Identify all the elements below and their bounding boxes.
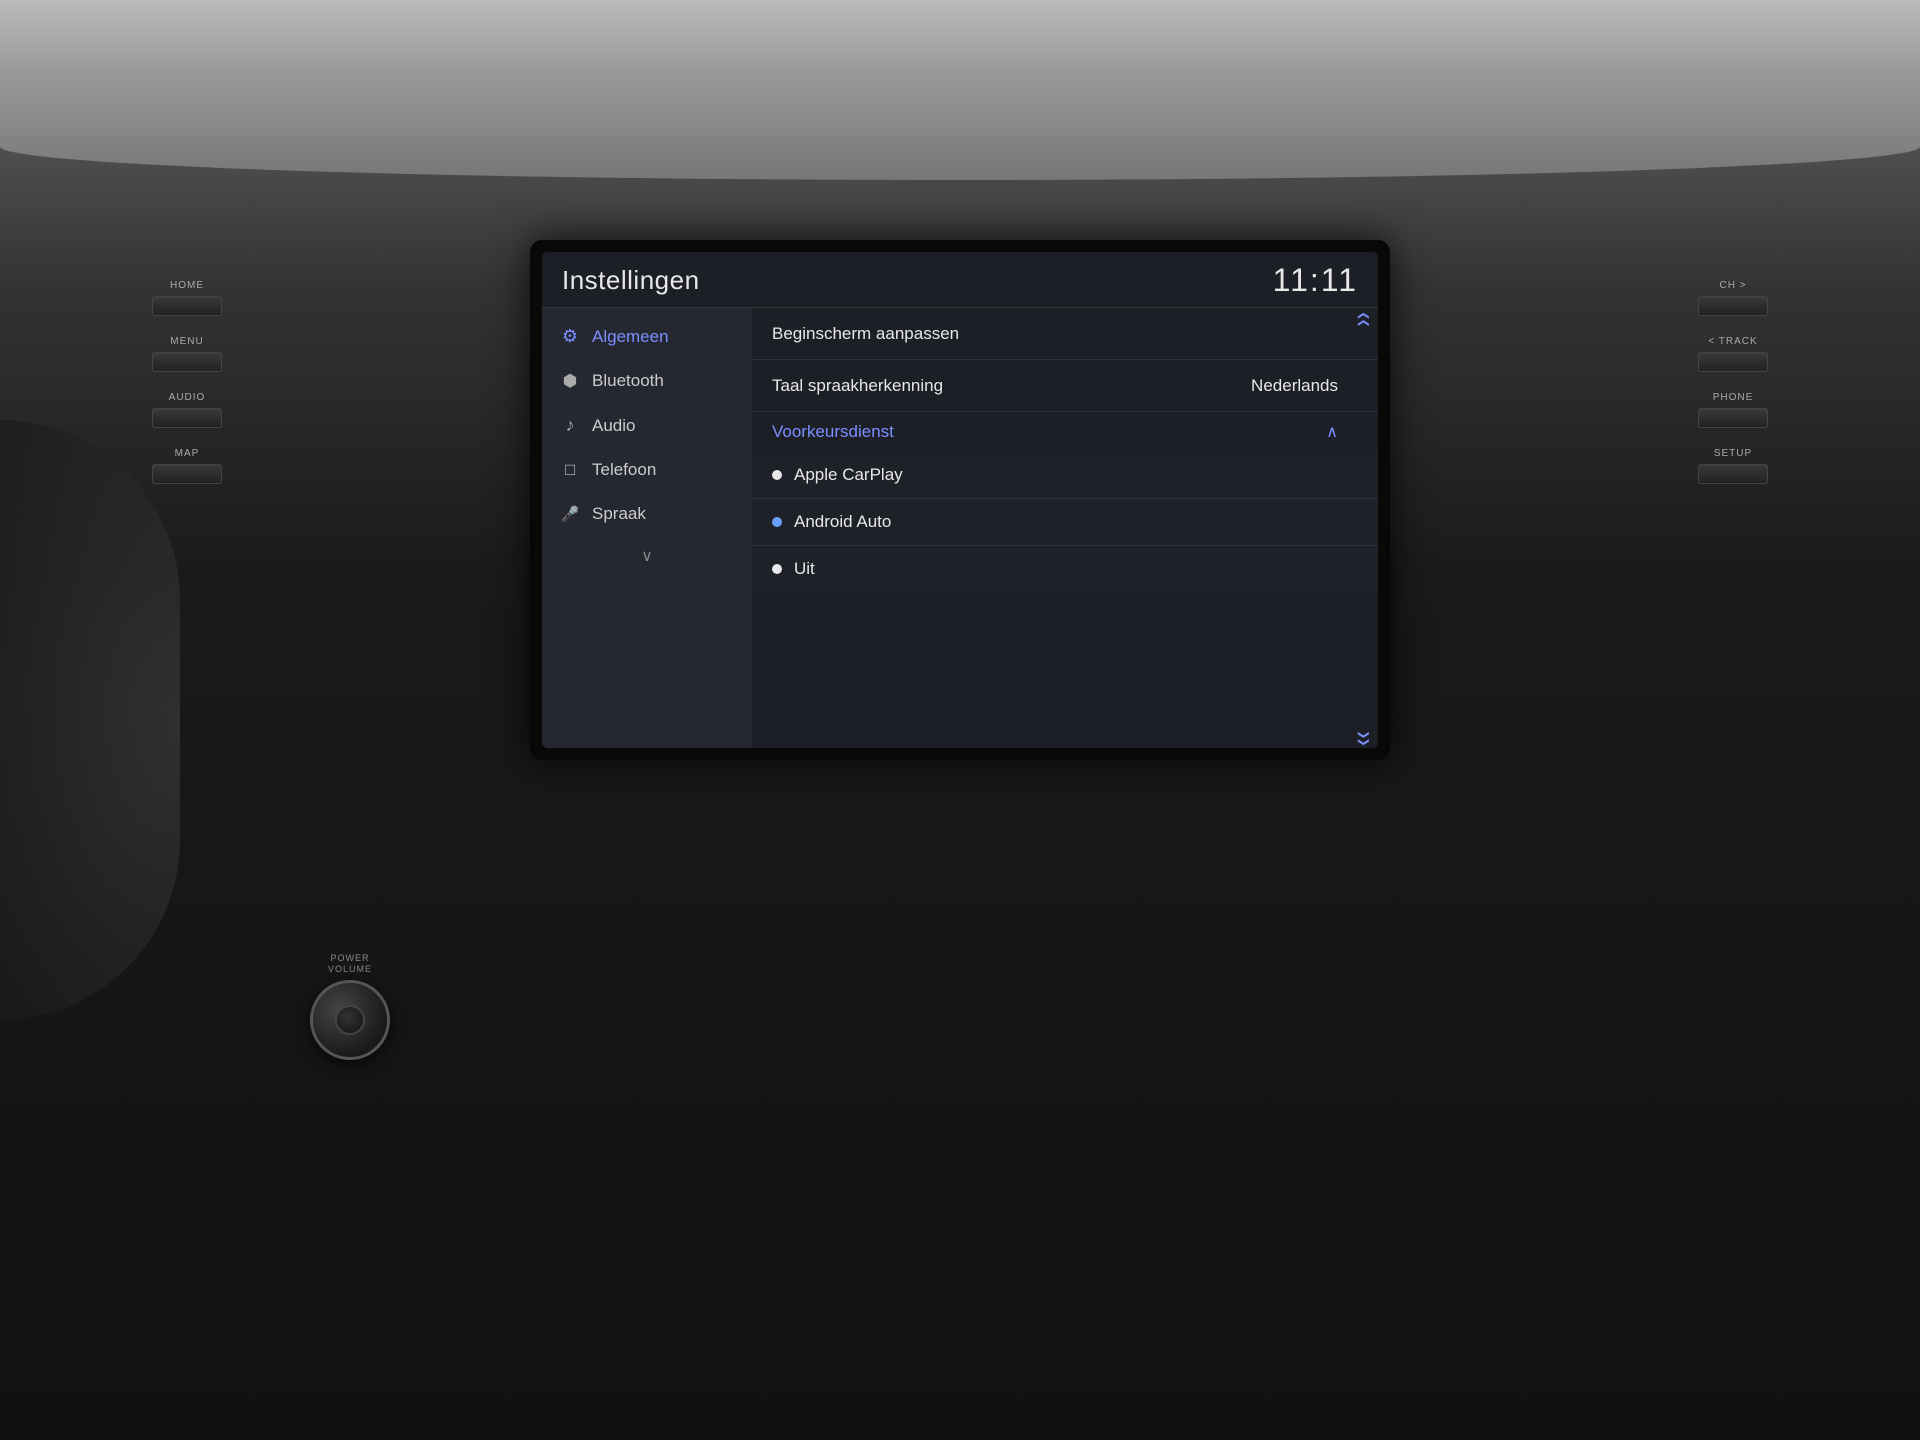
sidebar-label-algemeen: Algemeen xyxy=(592,327,669,347)
steering-wheel-hint xyxy=(0,420,180,1020)
phone-icon: ☐ xyxy=(558,462,582,479)
sidebar-label-audio: Audio xyxy=(592,416,635,436)
sidebar-more-button[interactable]: ∨ xyxy=(542,536,752,576)
menu-btn-group: MENU xyxy=(152,336,222,372)
infotainment-screen: Instellingen 11:11 ⚙ Algemeen ⬢ Bluetoot… xyxy=(542,252,1378,748)
scroll-up-button[interactable]: ❮❮ xyxy=(1357,311,1368,325)
ch-btn-group: CH > xyxy=(1698,280,1768,316)
power-volume-knob[interactable] xyxy=(310,980,390,1060)
setup-btn-group: SETUP xyxy=(1698,448,1768,484)
gear-icon: ⚙ xyxy=(558,326,582,347)
ch-label: CH > xyxy=(1719,280,1746,291)
dash-top xyxy=(0,0,1920,180)
chevron-up-icon: ❮❮ xyxy=(1357,311,1369,325)
phone-btn-group: PHONE xyxy=(1698,392,1768,428)
phone-label: PHONE xyxy=(1713,392,1754,403)
track-label: < TRACK xyxy=(1708,336,1757,347)
power-knob-inner xyxy=(335,1005,365,1035)
map-btn-group: MAP xyxy=(152,448,222,484)
home-btn-group: HOME xyxy=(152,280,222,316)
left-button-group: HOME MENU AUDIO MAP xyxy=(152,280,222,484)
uit-item[interactable]: Uit xyxy=(752,546,1378,592)
sidebar-label-spraak: Spraak xyxy=(592,504,646,524)
sidebar-item-spraak[interactable]: 🎤 Spraak xyxy=(542,492,752,536)
home-button[interactable] xyxy=(152,296,222,316)
home-label: HOME xyxy=(170,280,204,291)
settings-sidebar: ⚙ Algemeen ⬢ Bluetooth ♪ Audio ☐ Telefoo… xyxy=(542,308,752,748)
audio-label: AUDIO xyxy=(169,392,206,403)
music-icon: ♪ xyxy=(558,415,582,436)
android-radio-dot xyxy=(772,517,782,527)
scroll-down-button[interactable]: ❯❯ xyxy=(1357,730,1368,744)
taal-item[interactable]: Taal spraakherkenning Nederlands xyxy=(752,360,1378,412)
power-volume-area: POWERVOLUME xyxy=(310,953,390,1060)
android-auto-label: Android Auto xyxy=(794,512,891,532)
chevron-down-icon: ∨ xyxy=(641,546,653,566)
voorkeursdienst-label: Voorkeursdienst xyxy=(772,422,894,442)
map-button[interactable] xyxy=(152,464,222,484)
sidebar-item-telefoon[interactable]: ☐ Telefoon xyxy=(542,448,752,492)
screen-header: Instellingen 11:11 xyxy=(542,252,1378,308)
apple-radio-dot xyxy=(772,470,782,480)
track-btn-group: < TRACK xyxy=(1698,336,1768,372)
menu-label: MENU xyxy=(170,336,203,347)
taal-label: Taal spraakherkenning xyxy=(772,376,943,396)
beginscherm-label: Beginscherm aanpassen xyxy=(772,324,959,344)
power-volume-label: POWERVOLUME xyxy=(328,953,372,976)
setup-button[interactable] xyxy=(1698,464,1768,484)
track-button[interactable] xyxy=(1698,352,1768,372)
screen-bezel: Instellingen 11:11 ⚙ Algemeen ⬢ Bluetoot… xyxy=(530,240,1390,760)
sidebar-label-bluetooth: Bluetooth xyxy=(592,371,664,391)
apple-carplay-label: Apple CarPlay xyxy=(794,465,903,485)
taal-value: Nederlands xyxy=(1251,376,1338,396)
audio-btn-group: AUDIO xyxy=(152,392,222,428)
car-dashboard: HOME MENU AUDIO MAP POWERVOLUME CH > < T… xyxy=(0,0,1920,1440)
screen-body: ⚙ Algemeen ⬢ Bluetooth ♪ Audio ☐ Telefoo… xyxy=(542,308,1378,748)
content-area: ❮❮ Beginscherm aanpassen Taal spraakherk… xyxy=(752,308,1378,748)
ch-button[interactable] xyxy=(1698,296,1768,316)
chevron-down-icon: ❯❯ xyxy=(1357,730,1369,744)
map-label: MAP xyxy=(175,448,200,459)
bluetooth-icon: ⬢ xyxy=(558,371,582,391)
android-auto-item[interactable]: Android Auto xyxy=(752,499,1378,546)
screen-time: 11:11 xyxy=(1273,262,1358,299)
sidebar-label-telefoon: Telefoon xyxy=(592,460,656,480)
voorkeursdienst-header[interactable]: Voorkeursdienst ∧ xyxy=(752,412,1378,452)
mic-icon: 🎤 xyxy=(558,505,582,523)
menu-button[interactable] xyxy=(152,352,222,372)
sidebar-item-bluetooth[interactable]: ⬢ Bluetooth xyxy=(542,359,752,403)
apple-carplay-item[interactable]: Apple CarPlay xyxy=(752,452,1378,499)
right-button-group: CH > < TRACK PHONE SETUP xyxy=(1698,280,1768,484)
uit-label: Uit xyxy=(794,559,815,579)
audio-button[interactable] xyxy=(152,408,222,428)
beginscherm-item[interactable]: Beginscherm aanpassen xyxy=(752,308,1378,360)
setup-label: SETUP xyxy=(1714,448,1752,459)
phone-button[interactable] xyxy=(1698,408,1768,428)
sidebar-item-algemeen[interactable]: ⚙ Algemeen xyxy=(542,314,752,359)
screen-title: Instellingen xyxy=(562,265,700,296)
uit-radio-dot xyxy=(772,564,782,574)
sidebar-item-audio[interactable]: ♪ Audio xyxy=(542,403,752,448)
section-collapse-icon: ∧ xyxy=(1326,422,1338,442)
